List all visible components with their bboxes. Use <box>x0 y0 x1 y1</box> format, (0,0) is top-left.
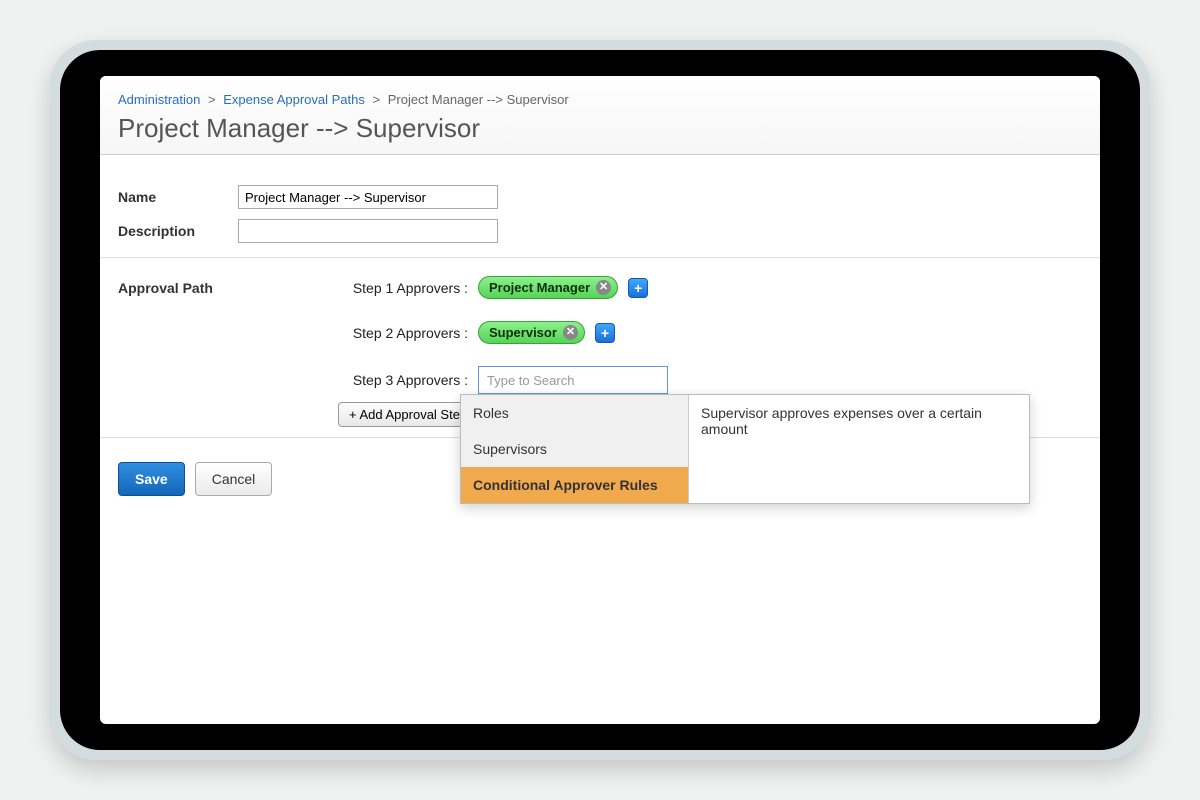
chip-label: Supervisor <box>489 325 557 340</box>
app-screen: Administration > Expense Approval Paths … <box>100 76 1100 724</box>
page-title: Project Manager --> Supervisor <box>118 111 1082 154</box>
approval-step-1: Step 1 Approvers : Project Manager ✕ + <box>338 276 1082 299</box>
approver-search-input[interactable] <box>478 366 668 394</box>
approval-step-2: Step 2 Approvers : Supervisor ✕ + <box>338 321 1082 344</box>
section-divider <box>100 257 1100 258</box>
add-approver-button[interactable]: + <box>595 323 615 343</box>
description-input[interactable] <box>238 219 498 243</box>
step-2-label: Step 2 Approvers : <box>338 325 478 341</box>
dropdown-detail-column[interactable]: Supervisor approves expenses over a cert… <box>689 395 1029 503</box>
chip-label: Project Manager <box>489 280 590 295</box>
approver-type-dropdown: Roles Supervisors Conditional Approver R… <box>460 394 1030 504</box>
approver-chip-project-manager[interactable]: Project Manager ✕ <box>478 276 618 299</box>
breadcrumb-link-expense-approval-paths[interactable]: Expense Approval Paths <box>223 92 365 107</box>
approval-steps: Step 1 Approvers : Project Manager ✕ + S… <box>258 276 1082 427</box>
breadcrumb-link-administration[interactable]: Administration <box>118 92 200 107</box>
dropdown-item-supervisors[interactable]: Supervisors <box>461 431 688 467</box>
approval-path-label: Approval Path <box>118 276 258 427</box>
remove-approver-icon[interactable]: ✕ <box>596 280 611 295</box>
approver-chip-supervisor[interactable]: Supervisor ✕ <box>478 321 585 344</box>
breadcrumb-current: Project Manager --> Supervisor <box>388 92 569 107</box>
step-1-label: Step 1 Approvers : <box>338 280 478 296</box>
dropdown-item-conditional-approver-rules[interactable]: Conditional Approver Rules <box>461 467 688 503</box>
add-approval-step-button[interactable]: + Add Approval Step <box>338 402 478 427</box>
form-row-name: Name <box>118 185 1082 209</box>
description-label: Description <box>118 223 238 239</box>
tablet-frame-outer: Administration > Expense Approval Paths … <box>50 40 1150 760</box>
add-approver-button[interactable]: + <box>628 278 648 298</box>
dropdown-category-column: Roles Supervisors Conditional Approver R… <box>461 395 689 503</box>
tablet-frame: Administration > Expense Approval Paths … <box>60 50 1140 750</box>
approval-step-3: Step 3 Approvers : <box>338 366 1082 394</box>
step-3-label: Step 3 Approvers : <box>338 372 478 388</box>
breadcrumb: Administration > Expense Approval Paths … <box>118 90 1082 111</box>
name-input[interactable] <box>238 185 498 209</box>
form-row-description: Description <box>118 219 1082 243</box>
title-bar: Administration > Expense Approval Paths … <box>100 76 1100 155</box>
remove-approver-icon[interactable]: ✕ <box>563 325 578 340</box>
breadcrumb-sep: > <box>208 92 216 107</box>
approval-path-section: Approval Path Step 1 Approvers : Project… <box>118 276 1082 427</box>
save-button[interactable]: Save <box>118 462 185 496</box>
dropdown-item-roles[interactable]: Roles <box>461 395 688 431</box>
cancel-button[interactable]: Cancel <box>195 462 273 496</box>
breadcrumb-sep: > <box>373 92 381 107</box>
name-label: Name <box>118 189 238 205</box>
